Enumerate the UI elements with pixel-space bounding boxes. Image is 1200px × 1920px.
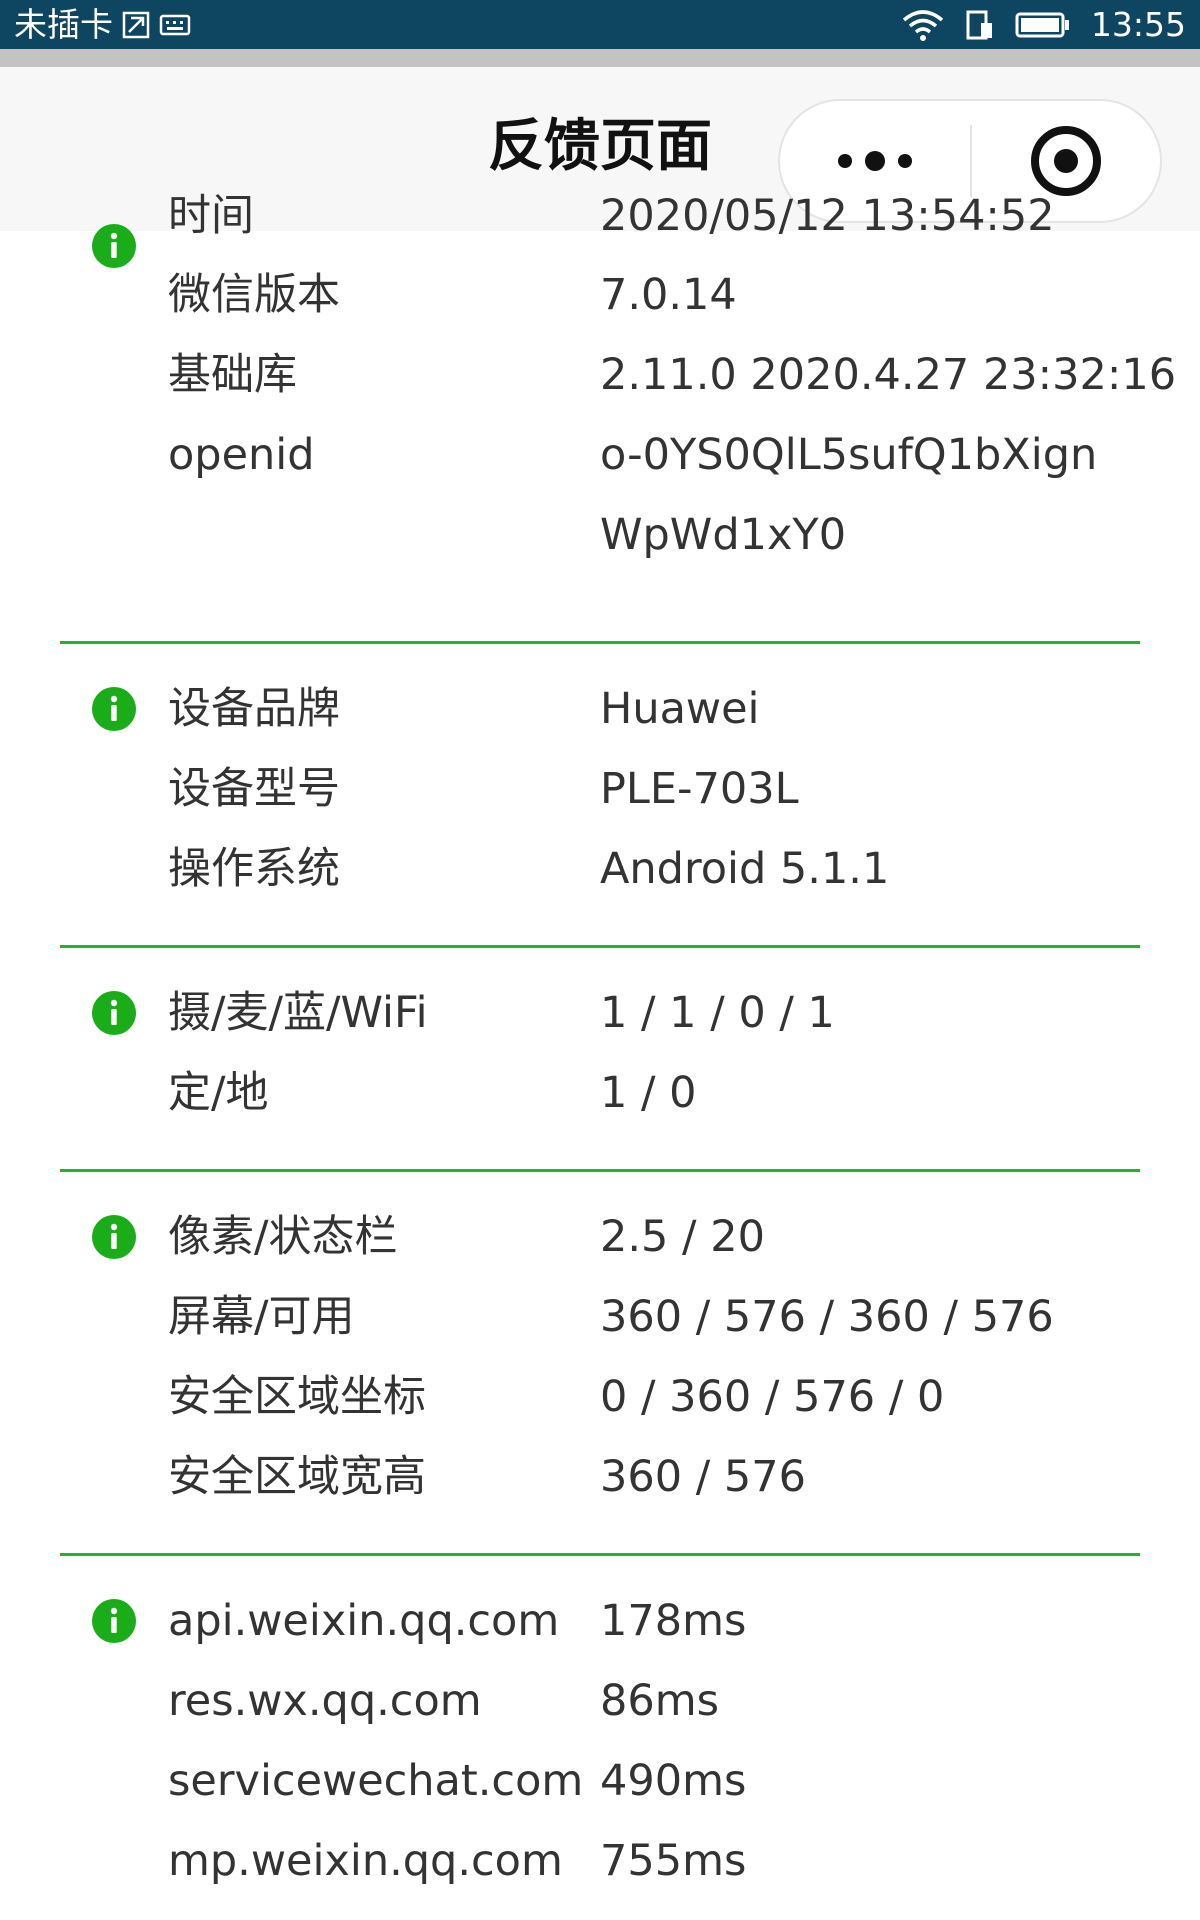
row-label: 微信版本 [168,270,340,320]
row-value: 86ms [600,1676,720,1726]
row-label: 操作系统 [168,844,340,894]
row-value: o-0YS0QlL5sufQ1bXign [600,430,1098,480]
info-row: mp.weixin.qq.com 755ms [0,1831,1200,1891]
info-row: 像素/状态栏 2.5 / 20 [0,1207,1200,1267]
page-title: 反馈页面 [488,114,712,179]
info-row: api.weixin.qq.com 178ms [0,1591,1200,1651]
row-label: 设备品牌 [168,684,340,734]
row-label: servicewechat.com [168,1756,584,1806]
info-row: servicewechat.com 490ms [0,1751,1200,1811]
status-left: 未插卡 [14,0,191,49]
status-bar: 未插卡 13:55 [0,0,1200,49]
row-value: PLE-703L [600,764,799,814]
row-value: 1 / 1 / 0 / 1 [600,988,835,1038]
row-label: mp.weixin.qq.com [168,1836,563,1886]
info-row: WpWd1xY0 [0,505,1200,565]
row-label: openid [168,430,315,480]
carrier-text: 未插卡 [14,5,113,44]
info-row: 定/地 1 / 0 [0,1063,1200,1123]
status-bar-divider [0,49,1200,67]
status-right: 13:55 [901,0,1186,49]
keyboard-icon [159,13,191,37]
row-value: 360 / 576 [600,1452,806,1502]
info-row: 微信版本 7.0.14 [0,265,1200,325]
row-label: 摄/麦/蓝/WiFi [168,988,428,1038]
info-row: 安全区域坐标 0 / 360 / 576 / 0 [0,1367,1200,1427]
row-value: WpWd1xY0 [600,510,847,560]
info-row: 摄/麦/蓝/WiFi 1 / 1 / 0 / 1 [0,983,1200,1043]
info-row: 操作系统 Android 5.1.1 [0,839,1200,899]
row-label: 定/地 [168,1068,269,1118]
feedback-info-list: 时间 2020/05/12 13:54:52 微信版本 7.0.14 基础库 2… [0,191,1200,1920]
row-value: 178ms [600,1596,747,1646]
row-label: 设备型号 [168,764,340,814]
row-value: 2020/05/12 13:54:52 [600,191,1055,241]
section-divider [60,1169,1140,1172]
row-label: 基础库 [168,350,297,400]
info-row: 安全区域宽高 360 / 576 [0,1447,1200,1507]
row-value: 2.11.0 2020.4.27 23:32:16 [600,350,1177,400]
sim-data-icon [965,9,995,41]
info-row: 设备品牌 Huawei [0,679,1200,739]
wifi-icon [901,8,945,42]
info-row: 基础库 2.11.0 2020.4.27 23:32:16 [0,345,1200,405]
row-label: 像素/状态栏 [168,1212,398,1262]
row-label: 安全区域坐标 [168,1372,426,1422]
row-value: Huawei [600,684,760,734]
more-dots-icon [838,151,912,171]
section-divider [60,641,1140,644]
sim-icon [121,10,151,40]
clock-text: 13:55 [1090,5,1186,44]
row-value: 2.5 / 20 [600,1212,765,1262]
info-row: openid o-0YS0QlL5sufQ1bXign [0,425,1200,485]
info-row: 屏幕/可用 360 / 576 / 360 / 576 [0,1287,1200,1347]
row-value: 0 / 360 / 576 / 0 [600,1372,945,1422]
row-value: 360 / 576 / 360 / 576 [600,1292,1054,1342]
row-label: res.wx.qq.com [168,1676,482,1726]
row-value: 7.0.14 [600,270,737,320]
battery-icon [1015,11,1071,39]
row-value: Android 5.1.1 [600,844,890,894]
row-label: 屏幕/可用 [168,1292,355,1342]
info-row: 时间 2020/05/12 13:54:52 [0,186,1200,246]
row-value: 755ms [600,1836,747,1886]
info-row: 设备型号 PLE-703L [0,759,1200,819]
row-value: 1 / 0 [600,1068,697,1118]
row-label: 时间 [168,191,254,241]
info-row: res.wx.qq.com 86ms [0,1671,1200,1731]
row-value: 490ms [600,1756,747,1806]
row-label: 安全区域宽高 [168,1452,426,1502]
section-divider [60,1553,1140,1556]
section-divider [60,945,1140,948]
row-label: api.weixin.qq.com [168,1596,560,1646]
